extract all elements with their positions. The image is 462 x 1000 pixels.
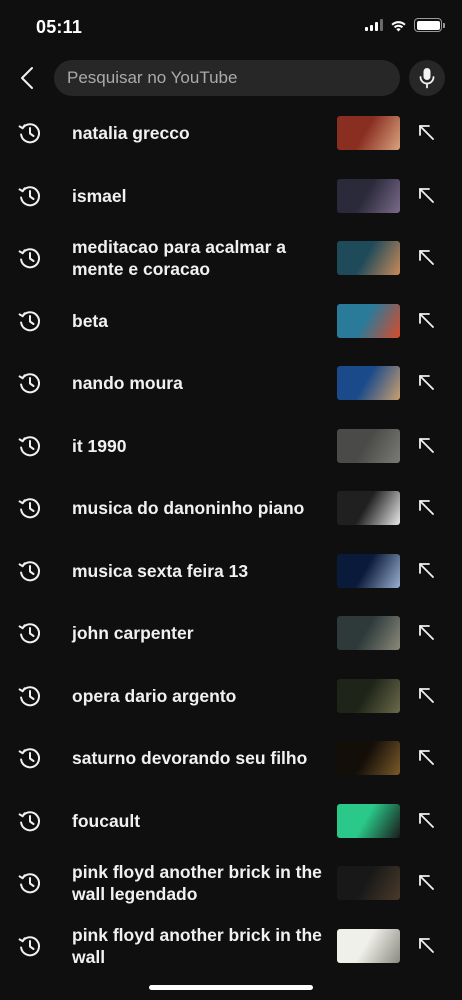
history-thumbnail	[337, 116, 400, 151]
arrow-up-left-icon[interactable]	[416, 747, 438, 769]
history-thumbnail	[337, 678, 400, 713]
history-clock-icon	[18, 623, 41, 644]
history-item[interactable]: musica do danoninho piano	[0, 477, 462, 540]
history-thumbnail	[337, 553, 400, 588]
history-query: foucault	[72, 810, 141, 831]
history-thumbnail	[337, 803, 400, 838]
history-item[interactable]: beta	[0, 290, 462, 353]
cellular-signal-icon	[365, 19, 383, 31]
history-clock-icon	[18, 373, 41, 394]
search-header	[0, 58, 462, 98]
history-query: john carpenter	[72, 623, 194, 644]
arrow-up-left-icon[interactable]	[416, 435, 438, 457]
history-query: opera dario argento	[72, 685, 237, 706]
microphone-icon	[419, 68, 435, 89]
history-item[interactable]: pink floyd another brick in the wall leg…	[0, 852, 462, 915]
history-item[interactable]: it 1990	[0, 415, 462, 478]
history-thumbnail	[337, 178, 400, 213]
history-clock-icon	[18, 311, 41, 332]
history-item[interactable]: opera dario argento	[0, 665, 462, 728]
history-clock-icon	[18, 936, 41, 957]
history-thumbnail	[337, 866, 400, 901]
history-thumbnail	[337, 741, 400, 776]
arrow-up-left-icon[interactable]	[416, 310, 438, 332]
battery-icon	[414, 18, 445, 32]
history-thumbnail	[337, 428, 400, 463]
history-item[interactable]: foucault	[0, 790, 462, 853]
history-clock-icon	[18, 561, 41, 582]
chevron-left-icon	[21, 67, 33, 89]
back-button[interactable]	[12, 62, 42, 94]
arrow-up-left-icon[interactable]	[416, 685, 438, 707]
history-clock-icon	[18, 436, 41, 457]
status-bar: 05:11	[0, 0, 462, 54]
search-input[interactable]	[67, 68, 400, 88]
history-clock-icon	[18, 811, 41, 832]
history-item[interactable]: john carpenter	[0, 602, 462, 665]
status-icons	[365, 18, 445, 32]
arrow-up-left-icon[interactable]	[416, 872, 438, 894]
history-clock-icon	[18, 248, 41, 269]
history-clock-icon	[18, 873, 41, 894]
arrow-up-left-icon[interactable]	[416, 810, 438, 832]
history-query: nando moura	[72, 373, 183, 394]
history-thumbnail	[337, 241, 400, 276]
search-history-list: natalia grecco ismael meditacao para acalm…	[0, 102, 462, 977]
history-query: pink floyd another brick in the wall leg…	[72, 862, 322, 905]
arrow-up-left-icon[interactable]	[416, 247, 438, 269]
history-query: ismael	[72, 185, 127, 206]
history-clock-icon	[18, 748, 41, 769]
home-indicator[interactable]	[149, 985, 313, 990]
history-query: beta	[72, 310, 108, 331]
history-thumbnail	[337, 928, 400, 963]
arrow-up-left-icon[interactable]	[416, 622, 438, 644]
arrow-up-left-icon[interactable]	[416, 185, 438, 207]
history-item[interactable]: ismael	[0, 165, 462, 228]
arrow-up-left-icon[interactable]	[416, 122, 438, 144]
history-query: pink floyd another brick in the wall	[72, 924, 322, 967]
wifi-icon	[391, 20, 406, 31]
history-item[interactable]: nando moura	[0, 352, 462, 415]
arrow-up-left-icon[interactable]	[416, 497, 438, 519]
status-time: 05:11	[36, 17, 83, 37]
history-clock-icon	[18, 686, 41, 707]
history-thumbnail	[337, 366, 400, 401]
history-query: meditacao para acalmar a mente e coracao	[72, 237, 287, 280]
history-item[interactable]: pink floyd another brick in the wall	[0, 915, 462, 978]
history-clock-icon	[18, 498, 41, 519]
arrow-up-left-icon[interactable]	[416, 372, 438, 394]
history-query: musica sexta feira 13	[72, 560, 249, 581]
search-box[interactable]	[54, 60, 400, 96]
history-item[interactable]: saturno devorando seu filho	[0, 727, 462, 790]
history-item[interactable]: natalia grecco	[0, 102, 462, 165]
history-query: musica do danoninho piano	[72, 498, 305, 519]
history-item[interactable]: musica sexta feira 13	[0, 540, 462, 603]
voice-search-button[interactable]	[409, 60, 445, 96]
history-query: it 1990	[72, 435, 127, 456]
history-query: saturno devorando seu filho	[72, 748, 308, 769]
arrow-up-left-icon[interactable]	[416, 935, 438, 957]
arrow-up-left-icon[interactable]	[416, 560, 438, 582]
history-thumbnail	[337, 616, 400, 651]
history-clock-icon	[18, 186, 41, 207]
history-clock-icon	[18, 123, 41, 144]
history-thumbnail	[337, 491, 400, 526]
history-item[interactable]: meditacao para acalmar a mente e coracao	[0, 227, 462, 290]
history-thumbnail	[337, 303, 400, 338]
history-query: natalia grecco	[72, 123, 190, 144]
